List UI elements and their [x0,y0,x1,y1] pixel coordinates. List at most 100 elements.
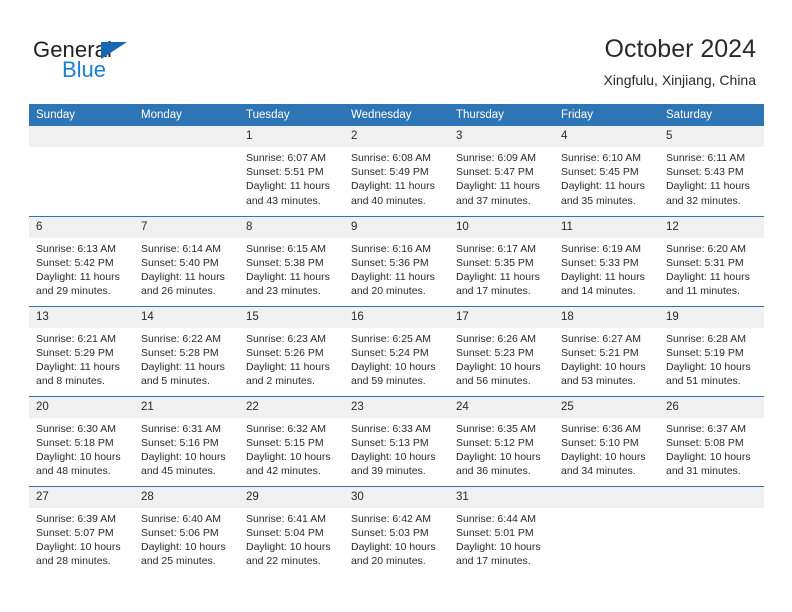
sun-info-line: Sunset: 5:28 PM [141,346,219,359]
sun-info-line: and 5 minutes. [141,375,210,388]
day-number: 19 [659,306,764,328]
calendar-day-cell[interactable]: 14 Sunrise: 6:22 AM Sunset: 5:28 PM Dayligh… [134,305,239,396]
sun-info-line: Sunrise: 6:36 AM [561,422,641,435]
calendar-page: General Blue October 2024 Xingfulu, Xinj… [0,0,792,612]
sun-info: Sunrise: 6:13 AM Sunset: 5:42 PM Daylight:… [29,238,134,299]
weekday-header-saturday: Saturday [659,104,764,126]
sun-info-line: Sunrise: 6:15 AM [246,242,326,255]
sun-info-line: Daylight: 10 hours [141,450,226,463]
calendar-day-cell[interactable]: 15 Sunrise: 6:23 AM Sunset: 5:26 PM Dayligh… [239,305,344,396]
sun-info-line: Sunset: 5:29 PM [36,346,114,359]
calendar-day-cell[interactable]: 7 Sunrise: 6:14 AM Sunset: 5:40 PM Daylight… [134,215,239,306]
sun-info-line: Sunrise: 6:22 AM [141,332,221,345]
sun-info-line: and 56 minutes. [456,375,531,388]
calendar-day-cell[interactable]: 21 Sunrise: 6:31 AM Sunset: 5:16 PM Dayligh… [134,395,239,486]
sun-info: Sunrise: 6:07 AM Sunset: 5:51 PM Daylight:… [239,147,344,208]
sun-info-line: Daylight: 10 hours [456,450,541,463]
sun-info-line: Sunset: 5:21 PM [561,346,639,359]
sun-info-line: Daylight: 11 hours [246,270,330,283]
calendar-day-cell[interactable]: 8 Sunrise: 6:15 AM Sunset: 5:38 PM Daylight… [239,215,344,306]
calendar-day-cell[interactable]: 12 Sunrise: 6:20 AM Sunset: 5:31 PM Dayligh… [659,215,764,306]
sun-info-line: Sunrise: 6:42 AM [351,512,431,525]
calendar-day-cell[interactable]: 27 Sunrise: 6:39 AM Sunset: 5:07 PM Dayligh… [29,485,134,576]
day-number: 25 [554,396,659,418]
weekday-header-sunday: Sunday [29,104,134,126]
calendar-day-cell[interactable]: 4 Sunrise: 6:10 AM Sunset: 5:45 PM Daylight… [554,126,659,216]
sun-info-line: and 29 minutes. [36,285,111,298]
sun-info-line: Daylight: 10 hours [141,540,226,553]
calendar-day-cell[interactable]: 23 Sunrise: 6:33 AM Sunset: 5:13 PM Dayligh… [344,395,449,486]
weekday-header-thursday: Thursday [449,104,554,126]
page-header: General Blue October 2024 Xingfulu, Xinj… [0,0,792,100]
sun-info-line: Sunrise: 6:10 AM [561,152,641,164]
calendar-day-cell[interactable]: 16 Sunrise: 6:25 AM Sunset: 5:24 PM Dayligh… [344,305,449,396]
sun-info-line: Sunrise: 6:11 AM [666,152,746,164]
title-block: October 2024 Xingfulu, Xinjiang, China [603,34,756,90]
day-number: 29 [239,486,344,508]
calendar-day-cell[interactable]: 31 Sunrise: 6:44 AM Sunset: 5:01 PM Dayligh… [449,485,554,576]
calendar-day-cell[interactable]: 24 Sunrise: 6:35 AM Sunset: 5:12 PM Dayligh… [449,395,554,486]
calendar-day-cell[interactable]: 19 Sunrise: 6:28 AM Sunset: 5:19 PM Dayligh… [659,305,764,396]
calendar-day-cell[interactable]: 10 Sunrise: 6:17 AM Sunset: 5:35 PM Dayligh… [449,215,554,306]
calendar-week-row: 6 Sunrise: 6:13 AM Sunset: 5:42 PM Daylight… [29,215,764,306]
calendar-day-cell[interactable]: 17 Sunrise: 6:26 AM Sunset: 5:23 PM Dayligh… [449,305,554,396]
calendar-day-cell[interactable]: 22 Sunrise: 6:32 AM Sunset: 5:15 PM Dayligh… [239,395,344,486]
sun-info-line: Sunset: 5:03 PM [351,526,429,539]
calendar-day-cell[interactable]: 25 Sunrise: 6:36 AM Sunset: 5:10 PM Dayligh… [554,395,659,486]
sun-info-line: and 35 minutes. [561,194,636,207]
sun-info-line: Daylight: 10 hours [351,360,436,373]
calendar-day-cell[interactable]: 18 Sunrise: 6:27 AM Sunset: 5:21 PM Dayligh… [554,305,659,396]
sun-info-line: Sunset: 5:13 PM [351,436,429,449]
calendar-day-cell[interactable]: 1 Sunrise: 6:07 AM Sunset: 5:51 PM Daylight… [239,126,344,216]
calendar-day-cell[interactable]: 29 Sunrise: 6:41 AM Sunset: 5:04 PM Dayligh… [239,485,344,576]
sun-info-line: Sunset: 5:19 PM [666,346,744,359]
sun-info-line: Sunset: 5:43 PM [666,166,744,179]
sun-info-line: Sunset: 5:47 PM [456,166,534,179]
sun-info: Sunrise: 6:11 AM Sunset: 5:43 PM Daylight:… [659,147,764,208]
sun-info-line: Daylight: 11 hours [36,270,120,283]
sun-info-line: and 8 minutes. [36,375,105,388]
sun-info-line: and 45 minutes. [141,465,216,478]
day-number [134,126,239,147]
calendar-day-cell[interactable]: 9 Sunrise: 6:16 AM Sunset: 5:36 PM Daylight… [344,215,449,306]
weekday-header-tuesday: Tuesday [239,104,344,126]
sun-info: Sunrise: 6:17 AM Sunset: 5:35 PM Daylight:… [449,238,554,299]
day-number: 7 [134,216,239,238]
sun-info: Sunrise: 6:08 AM Sunset: 5:49 PM Daylight:… [344,147,449,208]
sun-info-line: and 39 minutes. [351,465,426,478]
sun-info-line: Sunrise: 6:41 AM [246,512,326,525]
sun-info-line: and 22 minutes. [246,555,321,568]
calendar-day-cell[interactable]: 26 Sunrise: 6:37 AM Sunset: 5:08 PM Dayligh… [659,395,764,486]
day-number: 24 [449,396,554,418]
calendar-day-cell[interactable]: 20 Sunrise: 6:30 AM Sunset: 5:18 PM Dayligh… [29,395,134,486]
sun-info-line: Daylight: 11 hours [456,180,540,193]
sun-info-line: Sunrise: 6:27 AM [561,332,641,345]
sun-info-line: Sunset: 5:31 PM [666,256,744,269]
weekday-header-friday: Friday [554,104,659,126]
sun-info-line: Daylight: 10 hours [666,360,751,373]
calendar-day-cell[interactable]: 5 Sunrise: 6:11 AM Sunset: 5:43 PM Daylight… [659,126,764,216]
sun-info-line: Sunrise: 6:39 AM [36,512,116,525]
sun-info: Sunrise: 6:15 AM Sunset: 5:38 PM Daylight:… [239,238,344,299]
sun-info-line: Sunset: 5:16 PM [141,436,219,449]
calendar-week-row: 27 Sunrise: 6:39 AM Sunset: 5:07 PM Dayligh… [29,485,764,576]
calendar-week-row: 20 Sunrise: 6:30 AM Sunset: 5:18 PM Dayligh… [29,395,764,486]
location-subtitle: Xingfulu, Xinjiang, China [603,72,756,88]
calendar-day-cell[interactable]: 13 Sunrise: 6:21 AM Sunset: 5:29 PM Dayligh… [29,305,134,396]
calendar-day-cell[interactable]: 3 Sunrise: 6:09 AM Sunset: 5:47 PM Daylight… [449,126,554,216]
general-blue-logo[interactable]: General Blue [33,38,213,88]
day-number [659,486,764,508]
calendar-day-cell[interactable]: 11 Sunrise: 6:19 AM Sunset: 5:33 PM Dayligh… [554,215,659,306]
sun-info: Sunrise: 6:41 AM Sunset: 5:04 PM Daylight:… [239,508,344,569]
sun-info-line: and 23 minutes. [246,285,321,298]
day-number: 1 [239,126,344,147]
calendar-day-cell[interactable]: 30 Sunrise: 6:42 AM Sunset: 5:03 PM Dayligh… [344,485,449,576]
sun-info-line: Daylight: 10 hours [561,450,646,463]
day-number [554,486,659,508]
calendar-day-cell[interactable]: 28 Sunrise: 6:40 AM Sunset: 5:06 PM Dayligh… [134,485,239,576]
calendar-day-cell[interactable]: 2 Sunrise: 6:08 AM Sunset: 5:49 PM Daylight… [344,126,449,216]
sun-info-line: Sunset: 5:49 PM [351,166,429,179]
sun-info-line: Sunset: 5:01 PM [456,526,534,539]
day-number: 6 [29,216,134,238]
calendar-day-cell[interactable]: 6 Sunrise: 6:13 AM Sunset: 5:42 PM Daylight… [29,215,134,306]
